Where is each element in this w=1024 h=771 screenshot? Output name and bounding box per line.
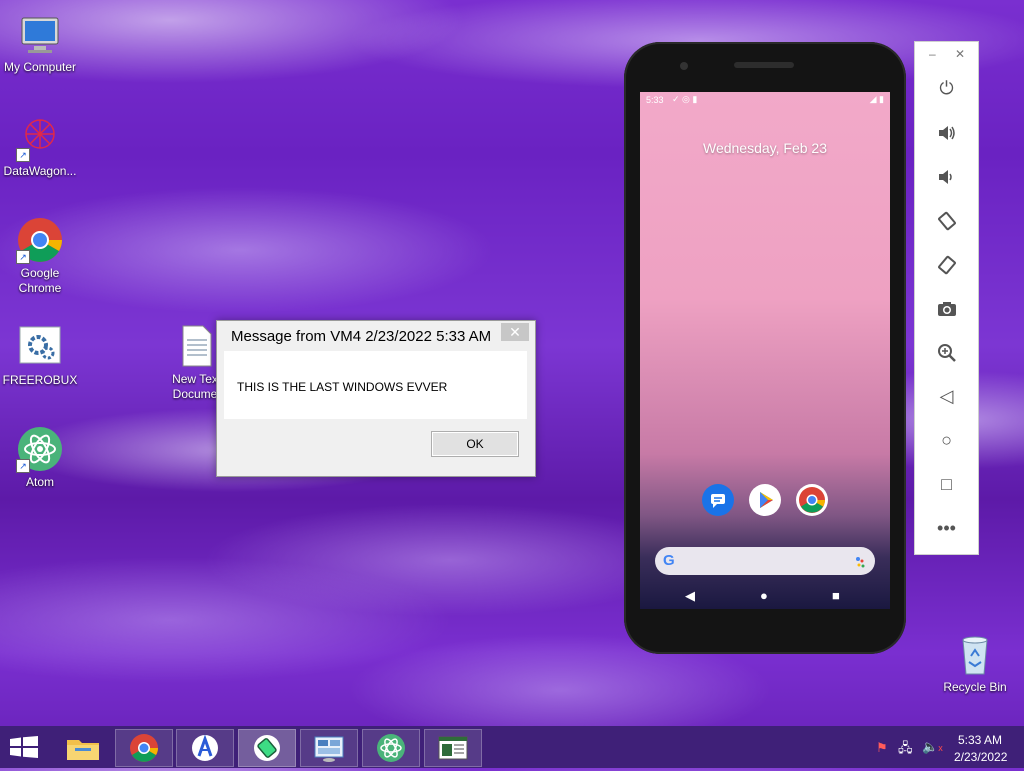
windows-start-icon[interactable] bbox=[10, 736, 38, 758]
home-icon[interactable]: ○ bbox=[915, 424, 978, 456]
desktop-icon-label: My Computer bbox=[3, 60, 77, 74]
action-center-flag-icon[interactable]: ⚑ bbox=[876, 740, 888, 756]
desktop-icon-label: FREEROBUX bbox=[2, 373, 78, 387]
dialog-title: Message from VM4 2/23/2022 5:33 AM bbox=[231, 328, 492, 345]
chrome-icon[interactable] bbox=[796, 484, 828, 516]
computer-icon bbox=[16, 10, 64, 58]
front-camera bbox=[680, 62, 688, 70]
taskbar-emulator[interactable] bbox=[238, 729, 296, 767]
desktop-icon-datawagon[interactable]: ↗ DataWagon... bbox=[0, 114, 80, 179]
volume-down-icon[interactable] bbox=[915, 160, 978, 192]
volume-muted-icon[interactable]: 🔈x bbox=[922, 739, 943, 755]
clock-date[interactable]: 2/23/2022 bbox=[954, 750, 1007, 764]
chrome-icon: ↗ bbox=[16, 216, 64, 264]
more-icon[interactable]: ••• bbox=[915, 512, 978, 544]
dialog-content: THIS IS THE LAST WINDOWS EVVER bbox=[224, 351, 527, 419]
taskbar-chrome[interactable] bbox=[115, 729, 173, 767]
camera-icon[interactable] bbox=[915, 292, 978, 324]
nav-back-button[interactable]: ◀ bbox=[685, 588, 695, 604]
ok-button[interactable]: OK bbox=[431, 431, 519, 457]
desktop-icon-label: DataWagon... bbox=[3, 164, 77, 178]
play-store-icon[interactable] bbox=[749, 484, 781, 516]
recycle-bin-icon bbox=[951, 630, 999, 678]
atom-icon: ↗ bbox=[16, 425, 64, 473]
taskbar: ⚑ 🖧 🔈x 5:33 AM 2/23/2022 bbox=[0, 726, 1024, 768]
taskbar-remote-desktop[interactable] bbox=[300, 729, 358, 767]
notification-icons: ✓ ◎ ▮ bbox=[672, 94, 698, 104]
volume-up-icon[interactable] bbox=[915, 116, 978, 148]
messages-icon[interactable] bbox=[702, 484, 734, 516]
dialog-close-button[interactable]: ✕ bbox=[501, 323, 529, 341]
dialog-message: THIS IS THE LAST WINDOWS EVVER bbox=[237, 380, 448, 394]
minimize-button[interactable]: – bbox=[929, 47, 936, 61]
taskbar-file-explorer[interactable] bbox=[54, 729, 112, 767]
phone-screen[interactable]: 5:33 ✓ ◎ ▮ ◢ ▮ Wednesday, Feb 23 G ◀ ● ■ bbox=[640, 92, 890, 609]
network-icon[interactable]: 🖧 bbox=[898, 739, 913, 761]
status-bar: 5:33 ✓ ◎ ▮ ◢ ▮ bbox=[640, 92, 890, 108]
desktop-icon-recycle-bin[interactable]: Recycle Bin bbox=[935, 630, 1015, 695]
zoom-icon[interactable] bbox=[915, 336, 978, 368]
back-icon[interactable]: ◁ bbox=[915, 380, 978, 412]
overview-icon[interactable]: □ bbox=[915, 468, 978, 500]
settings-file-icon bbox=[16, 323, 64, 371]
clock-time[interactable]: 5:33 AM bbox=[958, 733, 1002, 747]
desktop-icon-google-chrome[interactable]: ↗ Google Chrome bbox=[0, 216, 80, 296]
desktop-icon-label: Recycle Bin bbox=[943, 680, 1007, 694]
android-emulator-phone: 5:33 ✓ ◎ ▮ ◢ ▮ Wednesday, Feb 23 G ◀ ● ■ bbox=[624, 42, 906, 654]
rotate-left-icon[interactable] bbox=[915, 204, 978, 236]
rotate-right-icon[interactable] bbox=[915, 248, 978, 280]
desktop-icon-label: Atom bbox=[25, 475, 54, 489]
dialog-titlebar[interactable]: Message from VM4 2/23/2022 5:33 AM ✕ bbox=[217, 321, 535, 351]
system-tray: ⚑ 🖧 🔈x 5:33 AM 2/23/2022 bbox=[872, 726, 1022, 768]
desktop-icon-freerobux[interactable]: FREEROBUX bbox=[0, 323, 80, 388]
signal-battery-icons: ◢ ▮ bbox=[869, 94, 884, 104]
assistant-mic-icon[interactable] bbox=[855, 555, 865, 568]
google-search-bar[interactable]: G bbox=[655, 547, 875, 575]
datawagon-icon: ↗ bbox=[16, 114, 64, 162]
desktop-icon-atom[interactable]: ↗ Atom bbox=[0, 425, 80, 490]
close-button[interactable]: ✕ bbox=[955, 47, 965, 61]
nav-overview-button[interactable]: ■ bbox=[832, 588, 840, 603]
nav-home-button[interactable]: ● bbox=[760, 588, 768, 603]
power-icon[interactable]: ⏻ bbox=[915, 72, 978, 104]
status-time: 5:33 bbox=[646, 95, 664, 105]
earpiece-speaker bbox=[734, 62, 794, 68]
taskbar-document-viewer[interactable] bbox=[424, 729, 482, 767]
text-document-icon bbox=[171, 322, 219, 370]
google-icon: G bbox=[663, 552, 675, 569]
lockscreen-date[interactable]: Wednesday, Feb 23 bbox=[640, 140, 890, 156]
desktop-icon-my-computer[interactable]: My Computer bbox=[0, 10, 80, 75]
taskbar-app[interactable] bbox=[176, 729, 234, 767]
desktop-icon-label: Google Chrome bbox=[18, 266, 62, 295]
emulator-toolbar: – ✕ ⏻ ◁ ○ □ ••• bbox=[914, 41, 979, 555]
taskbar-atom[interactable] bbox=[362, 729, 420, 767]
message-dialog: Message from VM4 2/23/2022 5:33 AM ✕ THI… bbox=[216, 320, 536, 477]
